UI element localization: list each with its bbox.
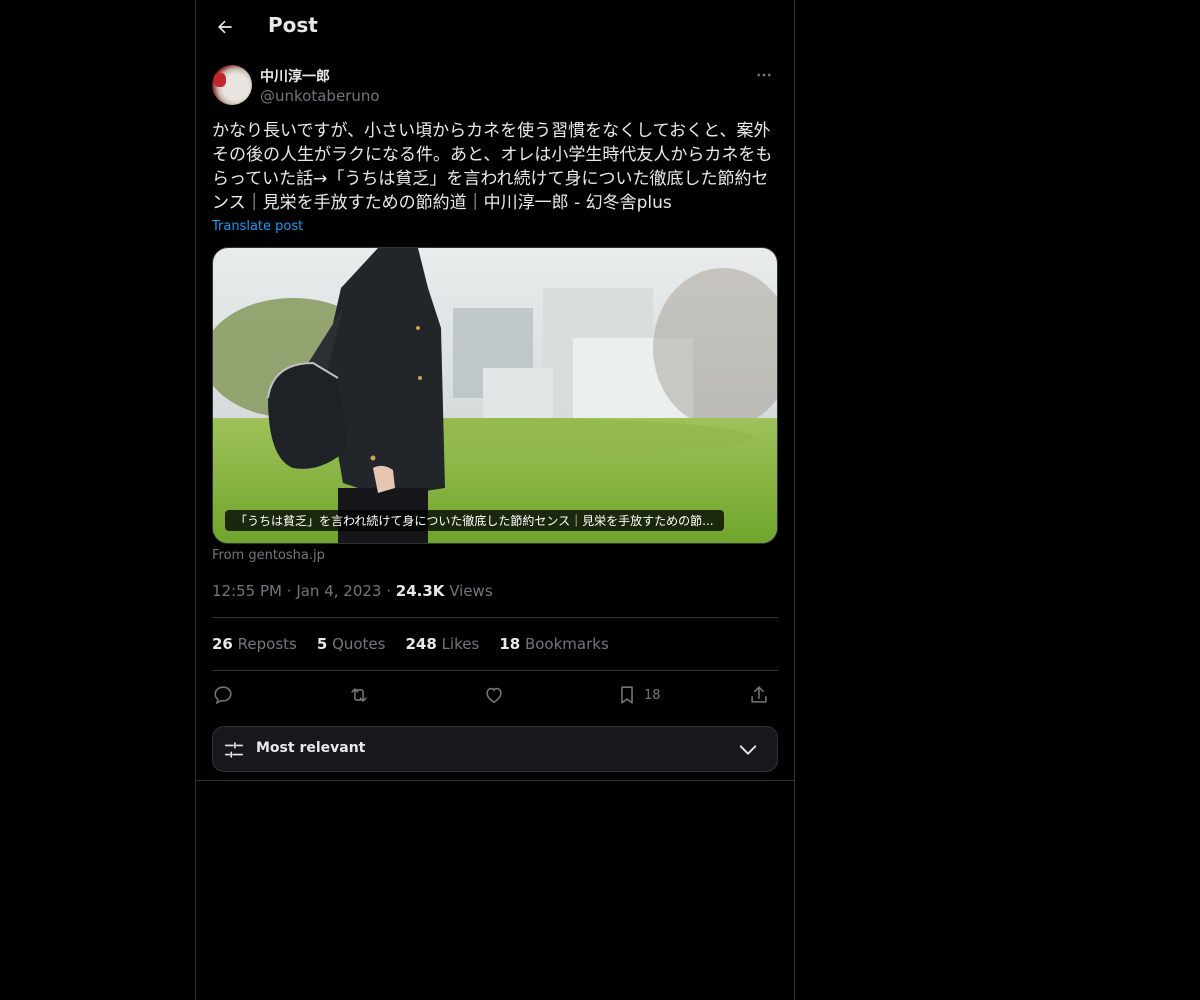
bookmarks-stat[interactable]: 18 Bookmarks	[499, 635, 608, 653]
views-count: 24.3K	[395, 582, 445, 600]
card-title: 「うちは貧乏」を言われ続けて身についた徹底した節約センス｜見栄を手放すための節.…	[225, 510, 724, 531]
quotes-label: Quotes	[332, 635, 386, 653]
views-label: Views	[449, 582, 493, 600]
sliders-icon	[224, 742, 244, 758]
likes-count: 248	[405, 635, 437, 653]
card-source[interactable]: From gentosha.jp	[212, 548, 325, 563]
reposts-stat[interactable]: 26 Reposts	[212, 635, 297, 653]
sort-label: Most relevant	[256, 740, 366, 756]
bookmarks-label: Bookmarks	[524, 635, 609, 653]
card-image	[213, 248, 777, 543]
divider	[212, 670, 778, 671]
reposts-count: 26	[212, 635, 233, 653]
action-bar: 18	[212, 680, 778, 710]
like-button[interactable]	[483, 680, 505, 710]
post-header: Post	[196, 0, 794, 53]
avatar[interactable]	[212, 65, 252, 105]
reply-button[interactable]	[212, 680, 234, 710]
likes-stat[interactable]: 248 Likes	[405, 635, 479, 653]
link-card[interactable]: 「うちは貧乏」を言われ続けて身についた徹底した節約センス｜見栄を手放すための節.…	[212, 247, 778, 544]
translate-post-link[interactable]: Translate post	[212, 219, 303, 234]
post-time[interactable]: 12:55 PM	[212, 582, 282, 600]
bookmark-button[interactable]: 18	[616, 680, 661, 710]
share-icon	[751, 686, 767, 703]
likes-label: Likes	[441, 635, 480, 653]
author-handle[interactable]: @unkotaberuno	[260, 87, 380, 105]
bookmark-icon	[621, 686, 633, 704]
share-button[interactable]	[748, 680, 770, 710]
bookmarks-count: 18	[499, 635, 521, 653]
reply-icon	[214, 686, 232, 705]
heart-icon	[486, 687, 502, 704]
author-display-name[interactable]: 中川淳一郎	[260, 66, 330, 86]
meta-separator: ·	[386, 582, 396, 600]
divider	[212, 617, 778, 618]
section-divider	[196, 780, 794, 781]
repost-icon	[351, 688, 367, 702]
repost-button[interactable]	[348, 680, 370, 710]
reply-sort-dropdown[interactable]: Most relevant	[212, 726, 778, 772]
chevron-down-icon	[739, 745, 757, 755]
post-stats: 26 Reposts 5 Quotes 248 Likes 18 Bookmar…	[212, 635, 609, 653]
bookmark-count: 18	[644, 687, 661, 703]
more-horizontal-icon	[757, 73, 771, 77]
arrow-left-icon	[218, 20, 232, 34]
back-button[interactable]	[208, 10, 242, 44]
meta-separator: ·	[286, 582, 297, 600]
post-date[interactable]: Jan 4, 2023	[296, 582, 381, 600]
more-options-button[interactable]	[750, 64, 778, 86]
page-title: Post	[268, 13, 318, 37]
post-meta: 12:55 PM · Jan 4, 2023 · 24.3K Views	[212, 582, 493, 600]
post-text: かなり長いですが、小さい頃からカネを使う習慣をなくしておくと、案外その後の人生が…	[212, 121, 773, 213]
post-author: 中川淳一郎 @unkotaberuno	[212, 64, 778, 108]
quotes-count: 5	[316, 635, 328, 653]
reposts-label: Reposts	[237, 635, 297, 653]
quotes-stat[interactable]: 5 Quotes	[317, 635, 386, 653]
primary-column: Post 中川淳一郎 @unkotaberuno かなり長いですが、小さい頃から…	[195, 0, 795, 1000]
